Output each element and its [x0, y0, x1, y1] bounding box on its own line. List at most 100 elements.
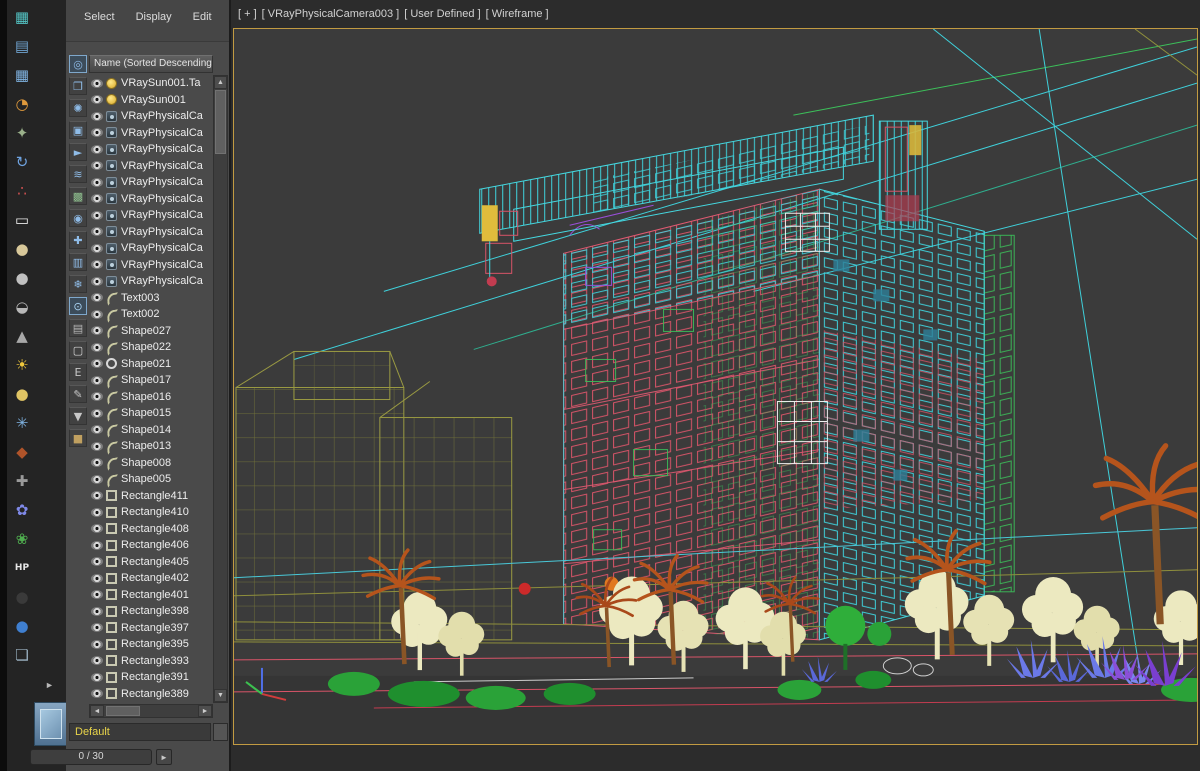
visibility-icon[interactable]: [91, 342, 103, 352]
visibility-icon[interactable]: [91, 458, 103, 468]
vertical-scrollbar[interactable]: ▲ ▼: [213, 75, 228, 703]
list-item[interactable]: Shape017: [89, 372, 213, 389]
visibility-icon[interactable]: [91, 507, 103, 517]
plane-icon[interactable]: ▭: [8, 205, 36, 234]
list-item[interactable]: Rectangle391: [89, 669, 213, 686]
schematic-view-icon[interactable]: ▦: [8, 2, 36, 31]
visibility-icon[interactable]: [91, 375, 103, 385]
sun-icon[interactable]: ☀: [8, 350, 36, 379]
list-item[interactable]: Rectangle408: [89, 521, 213, 538]
visibility-icon[interactable]: [91, 656, 103, 666]
visibility-icon[interactable]: [91, 144, 103, 154]
particles-icon[interactable]: ∴: [8, 176, 36, 205]
sphere-icon[interactable]: ●: [8, 263, 36, 292]
helpers-filter-icon[interactable]: ◉: [69, 209, 87, 227]
space-warps-filter-icon[interactable]: ≋: [69, 165, 87, 183]
visibility-icon[interactable]: [91, 260, 103, 270]
horizontal-scroll-track[interactable]: [140, 705, 198, 717]
list-item[interactable]: VRayPhysicalCa: [89, 207, 213, 224]
list-item[interactable]: Rectangle410: [89, 504, 213, 521]
visibility-icon[interactable]: [91, 359, 103, 369]
visibility-icon[interactable]: [91, 689, 103, 699]
scroll-right-icon[interactable]: ►: [198, 705, 212, 717]
list-item[interactable]: Rectangle393: [89, 653, 213, 670]
children-filter-icon[interactable]: ❐: [69, 77, 87, 95]
list-item[interactable]: VRayPhysicalCa: [89, 108, 213, 125]
clock-icon[interactable]: ◔: [8, 89, 36, 118]
list-item[interactable]: VRaySun001: [89, 92, 213, 109]
list-item[interactable]: Shape008: [89, 455, 213, 472]
gear-icon[interactable]: ✦: [8, 118, 36, 147]
name-sort-header[interactable]: Name (Sorted Descending): [89, 55, 213, 73]
viewport-menu-shading[interactable]: [ Wireframe ]: [486, 8, 549, 20]
scroll-left-icon[interactable]: ◄: [90, 705, 104, 717]
visibility-icon[interactable]: [91, 326, 103, 336]
visibility-icon[interactable]: [91, 672, 103, 682]
cone-icon[interactable]: ▲: [8, 321, 36, 350]
scroll-up-icon[interactable]: ▲: [214, 76, 227, 89]
pager-next-button[interactable]: ►: [156, 749, 172, 765]
list-item[interactable]: Rectangle389: [89, 686, 213, 703]
visibility-icon[interactable]: [91, 606, 103, 616]
visibility-icon[interactable]: [91, 111, 103, 121]
list-item[interactable]: VRayPhysicalCa: [89, 174, 213, 191]
visibility-icon[interactable]: [91, 623, 103, 633]
menu-select[interactable]: Select: [84, 11, 115, 41]
visibility-icon[interactable]: [91, 441, 103, 451]
visibility-icon[interactable]: [91, 227, 103, 237]
active-tool-button[interactable]: [34, 702, 68, 746]
list-item[interactable]: Rectangle401: [89, 587, 213, 604]
visibility-filter-icon[interactable]: ⊙: [69, 297, 87, 315]
list-item[interactable]: Rectangle395: [89, 636, 213, 653]
menu-edit[interactable]: Edit: [193, 11, 212, 41]
visibility-icon[interactable]: [91, 293, 103, 303]
list-item[interactable]: VRaySun001.Ta: [89, 75, 213, 92]
hp-icon[interactable]: HP: [8, 553, 36, 582]
list-item[interactable]: Shape022: [89, 339, 213, 356]
spray-icon[interactable]: ✚: [8, 466, 36, 495]
list-item[interactable]: VRayPhysicalCa: [89, 257, 213, 274]
visibility-icon[interactable]: [91, 276, 103, 286]
visibility-icon[interactable]: [91, 491, 103, 501]
blob-icon[interactable]: ●: [8, 234, 36, 263]
lights-filter-icon[interactable]: ✺: [69, 99, 87, 117]
visibility-icon[interactable]: [91, 210, 103, 220]
pot-icon[interactable]: ◒: [8, 292, 36, 321]
visibility-icon[interactable]: [91, 128, 103, 138]
visibility-icon[interactable]: [91, 392, 103, 402]
horizontal-scrollbar[interactable]: ◄ ►: [89, 704, 213, 718]
menu-display[interactable]: Display: [136, 11, 172, 41]
viewport-menu-pov[interactable]: [ VRayPhysicalCamera003 ]: [262, 8, 400, 20]
scroll-down-icon[interactable]: ▼: [214, 689, 227, 702]
list-item[interactable]: Shape013: [89, 438, 213, 455]
funnel-filter-icon[interactable]: ▼: [69, 407, 87, 425]
visibility-icon[interactable]: [91, 557, 103, 567]
list-item[interactable]: Rectangle406: [89, 537, 213, 554]
viewport-menu-general[interactable]: [ + ]: [238, 8, 257, 20]
viewport-menu-user[interactable]: [ User Defined ]: [404, 8, 480, 20]
scatter-icon[interactable]: ✳: [8, 408, 36, 437]
list-item[interactable]: VRayPhysicalCa: [89, 158, 213, 175]
visibility-icon[interactable]: [91, 540, 103, 550]
box-filter-icon[interactable]: ▢: [69, 341, 87, 359]
list-item[interactable]: VRayPhysicalCa: [89, 273, 213, 290]
table-grid-icon[interactable]: ▦: [8, 60, 36, 89]
list-item[interactable]: Text003: [89, 290, 213, 307]
pen-icon[interactable]: ✎: [69, 385, 87, 403]
list-item[interactable]: Rectangle402: [89, 570, 213, 587]
visibility-icon[interactable]: [91, 590, 103, 600]
layers-icon[interactable]: ❏: [8, 640, 36, 669]
flyout-arrow-icon[interactable]: ►: [45, 680, 54, 690]
visibility-icon[interactable]: [91, 95, 103, 105]
list-item[interactable]: Rectangle411: [89, 488, 213, 505]
list-item[interactable]: VRayPhysicalCa: [89, 191, 213, 208]
document-icon[interactable]: ▤: [69, 319, 87, 337]
list-item[interactable]: Rectangle405: [89, 554, 213, 571]
list-item[interactable]: Rectangle397: [89, 620, 213, 637]
list-item[interactable]: VRayPhysicalCa: [89, 125, 213, 142]
list-item[interactable]: VRayPhysicalCa: [89, 224, 213, 241]
visibility-icon[interactable]: [91, 161, 103, 171]
list-item[interactable]: Shape021: [89, 356, 213, 373]
cameras-filter-icon[interactable]: ▣: [69, 121, 87, 139]
blue-sphere-icon[interactable]: ●: [8, 611, 36, 640]
